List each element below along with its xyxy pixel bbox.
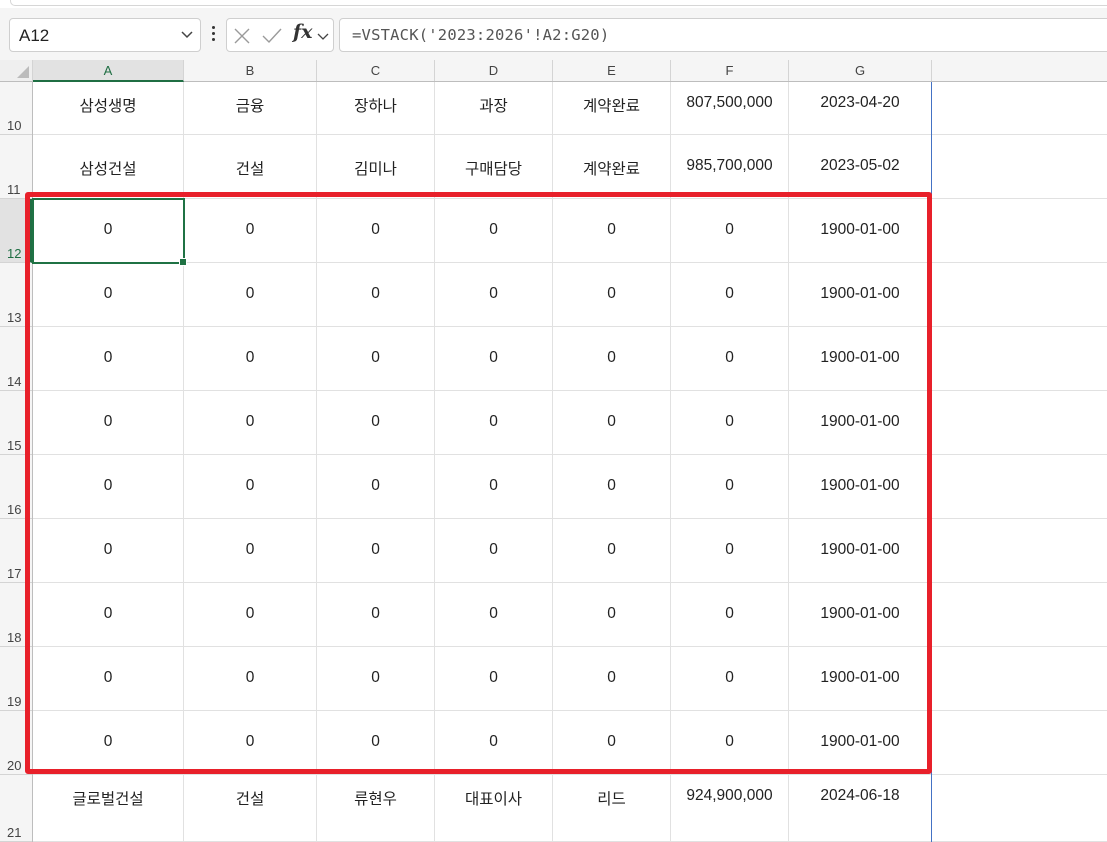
column-header-b[interactable]: B (184, 60, 317, 81)
cell-a10[interactable]: 삼성생명 (33, 82, 184, 135)
chevron-down-icon[interactable] (317, 29, 329, 47)
cell-h20[interactable] (932, 711, 1107, 775)
column-header-a[interactable]: A (33, 60, 184, 82)
cell-d10[interactable]: 과장 (435, 82, 553, 135)
row-number: 20 (7, 758, 22, 773)
cell-value: 삼성건설 (79, 161, 137, 178)
cell-h14[interactable] (932, 327, 1107, 391)
cell-e21[interactable]: 리드 (553, 775, 671, 842)
column-header-d[interactable]: D (435, 60, 553, 81)
cell-b21[interactable]: 건설 (184, 775, 317, 842)
cell-value: 2024-06-18 (820, 787, 900, 804)
cell-a21[interactable]: 글로벌건설 (33, 775, 184, 842)
cell-value: 류현우 (354, 791, 397, 808)
formula-controls: fx (226, 18, 334, 52)
cell-h10[interactable] (932, 82, 1107, 135)
cell-value: 금융 (235, 98, 265, 115)
cell-value: 계약완료 (582, 161, 641, 178)
row-number: 18 (7, 630, 22, 645)
cell-c21[interactable]: 류현우 (317, 775, 435, 842)
cell-value: 924,900,000 (686, 787, 773, 804)
row-number: 13 (7, 310, 22, 325)
insert-function-icon[interactable]: fx (293, 21, 313, 43)
cell-value: 과장 (479, 98, 508, 115)
column-header-c[interactable]: C (317, 60, 435, 81)
more-options-icon[interactable] (207, 23, 219, 47)
cell-d11[interactable]: 구매담당 (435, 135, 553, 199)
cell-value: 구매담당 (464, 161, 523, 178)
column-headers: ABCDEFG (33, 60, 1107, 82)
cell-h15[interactable] (932, 391, 1107, 455)
cell-value: 985,700,000 (686, 157, 773, 174)
cell-value: 건설 (235, 161, 265, 178)
cell-h16[interactable] (932, 455, 1107, 519)
cell-e11[interactable]: 계약완료 (553, 135, 671, 199)
row-header-21[interactable]: 21 (0, 775, 32, 842)
row-number: 21 (7, 825, 22, 840)
red-highlight-box (25, 192, 932, 774)
cell-value: 2023-04-20 (820, 94, 900, 111)
cell-h11[interactable] (932, 135, 1107, 199)
column-header-f[interactable]: F (671, 60, 789, 81)
ribbon-bottom-edge (0, 0, 1107, 8)
name-box-value: A12 (19, 26, 50, 45)
cell-e10[interactable]: 계약완료 (553, 82, 671, 135)
cell-h18[interactable] (932, 583, 1107, 647)
row-number: 16 (7, 502, 22, 517)
cell-h13[interactable] (932, 263, 1107, 327)
cell-b10[interactable]: 금융 (184, 82, 317, 135)
name-box[interactable]: A12 (9, 18, 201, 52)
cell-f10[interactable]: 807,500,000 (671, 82, 789, 135)
cell-b11[interactable]: 건설 (184, 135, 317, 199)
column-header-g[interactable]: G (789, 60, 932, 81)
chevron-down-icon[interactable] (180, 27, 194, 46)
column-header-e[interactable]: E (553, 60, 671, 81)
formula-input[interactable]: =VSTACK('2023:2026'!A2:G20) (339, 18, 1107, 52)
table-row: 글로벌건설 건설 류현우 대표이사 리드 924,900,000 2024-06-18 (33, 775, 1107, 842)
cancel-icon[interactable] (233, 27, 251, 50)
cell-a11[interactable]: 삼성건설 (33, 135, 184, 199)
cell-h19[interactable] (932, 647, 1107, 711)
row-number: 12 (7, 246, 22, 261)
row-number: 10 (7, 118, 22, 133)
enter-check-icon[interactable] (261, 27, 283, 50)
cell-g10[interactable]: 2023-04-20 (789, 82, 932, 135)
select-all-corner[interactable] (0, 60, 33, 82)
cell-value: 807,500,000 (686, 94, 773, 111)
cell-f21[interactable]: 924,900,000 (671, 775, 789, 842)
cell-c10[interactable]: 장하나 (317, 82, 435, 135)
table-row: 삼성건설 건설 김미나 구매담당 계약완료 985,700,000 2023-05-02 (33, 135, 1107, 199)
cell-g21[interactable]: 2024-06-18 (789, 775, 932, 842)
cell-h21[interactable] (932, 775, 1107, 842)
cell-c11[interactable]: 김미나 (317, 135, 435, 199)
cell-value: 장하나 (354, 98, 397, 115)
row-header-10[interactable]: 10 (0, 82, 32, 135)
cell-value: 2023-05-02 (820, 157, 900, 174)
cell-d21[interactable]: 대표이사 (435, 775, 553, 842)
table-row: 삼성생명 금융 장하나 과장 계약완료 807,500,000 2023-04-20 (33, 82, 1107, 135)
formula-bar: A12 fx =VSTACK('2023:2026'!A2:G20) (0, 8, 1107, 60)
cell-h17[interactable] (932, 519, 1107, 583)
cell-value: 삼성생명 (79, 98, 137, 115)
column-header-next[interactable] (932, 60, 1107, 81)
cell-value: 김미나 (354, 161, 397, 178)
cell-value: 대표이사 (464, 791, 523, 808)
row-number: 11 (7, 182, 21, 197)
cell-g11[interactable]: 2023-05-02 (789, 135, 932, 199)
cell-value: 건설 (235, 791, 265, 808)
row-number: 19 (7, 694, 22, 709)
formula-text: =VSTACK('2023:2026'!A2:G20) (352, 26, 610, 44)
row-header-11[interactable]: 11 (0, 135, 32, 199)
row-number: 17 (7, 566, 22, 581)
cell-value: 글로벌건설 (72, 791, 144, 808)
cell-f11[interactable]: 985,700,000 (671, 135, 789, 199)
row-number: 14 (7, 374, 22, 389)
cell-h12[interactable] (932, 199, 1107, 263)
cell-value: 리드 (597, 791, 626, 808)
cell-value: 계약완료 (582, 98, 641, 115)
row-number: 15 (7, 438, 22, 453)
